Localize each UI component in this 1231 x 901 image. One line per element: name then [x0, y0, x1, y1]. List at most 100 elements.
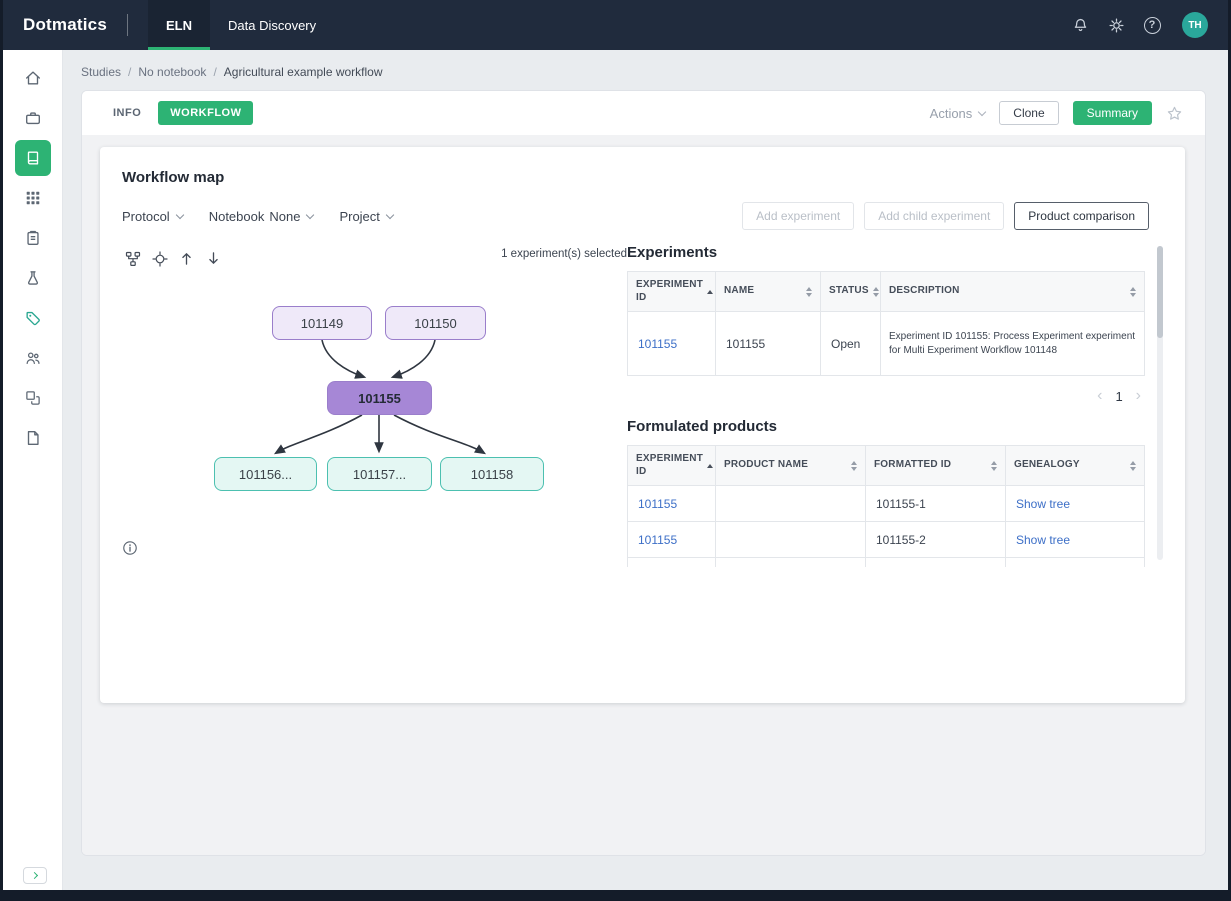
workflow-node[interactable]: 101149	[272, 306, 372, 340]
flask-icon	[27, 271, 38, 285]
col-status[interactable]: STATUS	[820, 271, 881, 312]
topbar-tab-eln-label: ELN	[166, 17, 192, 33]
document-icon	[27, 431, 39, 445]
show-tree-link[interactable]: Show tree	[1016, 497, 1070, 511]
sidebar-item-apps[interactable]	[15, 180, 51, 216]
experiment-id-link[interactable]: 101155	[638, 337, 677, 351]
main-content: Studies / No notebook / Agricultural exa…	[63, 50, 1228, 890]
show-tree-link[interactable]: Show tree	[1016, 533, 1070, 547]
tab-info[interactable]: INFO	[104, 101, 150, 125]
dotmatics-logo[interactable]: Dotmatics	[23, 15, 107, 35]
workflow-map-title: Workflow map	[122, 169, 225, 186]
tab-workflow[interactable]: WORKFLOW	[158, 101, 254, 125]
breadcrumb: Studies / No notebook / Agricultural exa…	[63, 50, 1228, 90]
chevron-down-icon	[385, 210, 395, 220]
sidebar-item-reports[interactable]	[15, 420, 51, 456]
page-card-header: INFO WORKFLOW Actions Clone Summary	[82, 91, 1205, 135]
tag-icon	[25, 311, 40, 326]
sidebar-item-notebook[interactable]	[14, 140, 51, 176]
favorite-star-icon[interactable]	[1166, 105, 1183, 122]
col-genealogy[interactable]: GENEALOGY	[1005, 445, 1145, 486]
topbar-divider	[127, 14, 128, 36]
add-experiment-button[interactable]: Add experiment	[742, 202, 855, 230]
grid-icon	[26, 191, 39, 205]
page-prev-icon[interactable]: ‹	[1097, 388, 1102, 404]
notebook-icon	[27, 151, 38, 165]
workflow-node-selected[interactable]: 101155	[327, 381, 432, 415]
formulated-products-title: Formulated products	[627, 418, 778, 435]
formulated-products-scroll: EXPERIMENT ID PRODUCT NAME FORMATTED ID …	[627, 445, 1145, 567]
help-icon[interactable]: ?	[1138, 11, 1166, 39]
sidebar-item-tags[interactable]	[15, 300, 51, 336]
page-next-icon[interactable]: ›	[1136, 388, 1141, 404]
col-name[interactable]: NAME	[715, 271, 821, 312]
col-experiment-id[interactable]: EXPERIMENT ID	[627, 445, 716, 486]
actions-dropdown[interactable]: Actions	[930, 106, 987, 121]
sidebar-item-experiments[interactable]	[15, 260, 51, 296]
scrollbar-thumb[interactable]	[1157, 246, 1163, 338]
workflow-node[interactable]: 101156...	[214, 457, 317, 491]
clipboard-icon	[26, 230, 39, 245]
experiment-status-cell: Open	[820, 311, 881, 376]
table-row: 101155 101155 Open Experiment ID 101155:…	[627, 311, 1145, 376]
workflow-filter-row: Protocol Notebook None Project Add exper…	[122, 202, 1163, 230]
chevron-down-icon	[978, 107, 987, 117]
workflow-node[interactable]: 101158	[440, 457, 544, 491]
tables-panel: Experiments EXPERIMENT ID NAME STATUS DE…	[627, 244, 1163, 584]
formatted-id-cell: 101155-1	[865, 485, 1006, 522]
page-card-body: Workflow map Protocol Notebook None Proj…	[82, 135, 1205, 855]
experiments-pagination: ‹ 1 ›	[627, 376, 1145, 418]
sort-asc-icon[interactable]	[707, 463, 714, 468]
protocol-dropdown[interactable]: Protocol	[122, 209, 184, 224]
sort-icon[interactable]	[851, 460, 857, 471]
experiments-table: EXPERIMENT ID NAME STATUS DESCRIPTION 10…	[627, 271, 1145, 376]
sidebar-item-inventory[interactable]	[15, 380, 51, 416]
topbar-tab-eln[interactable]: ELN	[148, 0, 210, 50]
add-child-experiment-button[interactable]: Add child experiment	[864, 202, 1005, 230]
col-description[interactable]: DESCRIPTION	[880, 271, 1145, 312]
summary-button[interactable]: Summary	[1072, 101, 1152, 125]
col-product-name[interactable]: PRODUCT NAME	[715, 445, 866, 486]
layers-icon	[25, 391, 40, 405]
experiment-id-link[interactable]: 101155	[638, 533, 677, 547]
page-number[interactable]: 1	[1115, 389, 1122, 404]
avatar[interactable]: TH	[1182, 12, 1208, 38]
sort-icon[interactable]	[1130, 460, 1136, 471]
product-name-cell	[715, 521, 866, 558]
breadcrumb-separator: /	[128, 65, 132, 79]
gear-icon[interactable]	[1102, 11, 1130, 39]
topbar-tab-data-discovery[interactable]: Data Discovery	[210, 0, 334, 50]
notebook-dropdown[interactable]: Notebook None	[209, 209, 315, 224]
workflow-node[interactable]: 101150	[385, 306, 486, 340]
sidebar-item-studies[interactable]	[15, 100, 51, 136]
sort-icon[interactable]	[872, 286, 879, 297]
project-dropdown[interactable]: Project	[339, 209, 395, 224]
page-card: INFO WORKFLOW Actions Clone Summary Work…	[81, 90, 1206, 856]
sidebar-item-groups[interactable]	[15, 340, 51, 376]
sidebar-expand-button[interactable]	[23, 867, 47, 884]
sidebar-item-home[interactable]	[15, 60, 51, 96]
topbar: Dotmatics ELN Data Discovery ? TH	[3, 0, 1228, 50]
info-icon[interactable]	[122, 540, 138, 556]
breadcrumb-no-notebook[interactable]: No notebook	[138, 65, 206, 79]
workflow-node[interactable]: 101157...	[327, 457, 432, 491]
table-row-partial	[627, 557, 1145, 567]
clone-button[interactable]: Clone	[999, 101, 1059, 125]
product-comparison-button[interactable]: Product comparison	[1014, 202, 1149, 230]
breadcrumb-studies[interactable]: Studies	[81, 65, 121, 79]
chevron-right-icon	[30, 871, 38, 880]
col-formatted-id[interactable]: FORMATTED ID	[865, 445, 1006, 486]
app: Dotmatics ELN Data Discovery ? TH Studie…	[3, 0, 1228, 890]
sidebar-item-protocols[interactable]	[15, 220, 51, 256]
col-experiment-id[interactable]: EXPERIMENT ID	[627, 271, 716, 312]
bell-icon[interactable]	[1066, 11, 1094, 39]
formatted-id-cell: 101155-2	[865, 521, 1006, 558]
workflow-buttons: Add experiment Add child experiment Prod…	[742, 202, 1149, 230]
vertical-scrollbar[interactable]	[1157, 246, 1163, 560]
sort-icon[interactable]	[806, 286, 812, 297]
sort-icon[interactable]	[991, 460, 997, 471]
experiment-id-link[interactable]: 101155	[638, 497, 677, 511]
sort-icon[interactable]	[1130, 286, 1136, 297]
sort-asc-icon[interactable]	[707, 289, 714, 294]
body-row: Studies / No notebook / Agricultural exa…	[3, 50, 1228, 890]
